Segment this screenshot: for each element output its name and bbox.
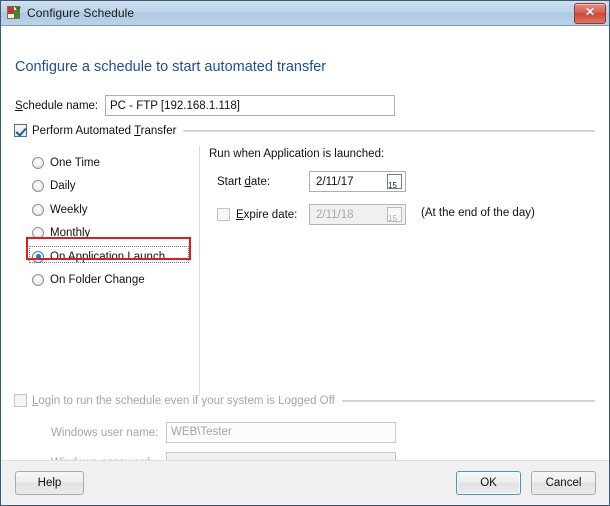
radio-indicator [32,203,44,216]
radio-label: One Time [50,156,100,169]
radio-indicator [32,156,44,169]
group-divider [341,399,595,402]
calendar-icon[interactable]: 15 [387,174,402,189]
page-title: Configure a schedule to start automated … [15,59,327,75]
ok-button[interactable]: OK [456,471,521,495]
close-icon: ✕ [584,5,596,19]
calendar-day: 15 [388,214,397,222]
start-date-row: Start date: 2/11/17 15 [217,171,406,192]
expire-date-hint: (At the end of the day) [421,207,535,219]
schedule-name-label: Schedule name: [15,99,99,112]
windows-user-name-input[interactable]: WEB\Tester [166,422,396,443]
radio-indicator [32,180,44,192]
logon-group-label: Login to run the schedule even if your s… [32,394,335,407]
expire-date-row: Expire date: 2/11/18 15 [217,204,406,225]
title-bar: Configure Schedule ✕ [1,1,609,26]
logon-checkbox[interactable] [14,394,27,407]
perform-automated-transfer-group: Perform Automated Transfer [14,124,595,137]
logon-group: Login to run the schedule even if your s… [14,394,595,407]
close-button[interactable]: ✕ [574,3,606,24]
run-panel-title: Run when Application is launched: [209,148,385,160]
start-date-picker[interactable]: 2/11/17 15 [309,171,406,192]
radio-indicator [32,227,44,239]
cancel-button[interactable]: Cancel [531,471,596,495]
panel-divider [199,146,200,396]
radio-on-application-launch[interactable]: On Application Launch [29,246,189,266]
radio-daily[interactable]: Daily [32,177,165,196]
frequency-radio-group: One Time Daily Weekly Monthly On Applica… [29,153,189,294]
expire-date-value: 2/11/18 [316,208,354,221]
perform-automated-transfer-label: Perform Automated Transfer [32,124,177,137]
dialog-footer: Help OK Cancel [1,460,609,505]
configure-schedule-dialog: Configure Schedule ✕ Configure a schedul… [0,0,610,506]
radio-monthly[interactable]: Monthly [32,224,165,243]
perform-automated-transfer-checkbox[interactable] [14,124,27,137]
radio-indicator [32,250,44,263]
dialog-body: Configure a schedule to start automated … [1,26,609,481]
help-button[interactable]: Help [15,471,84,495]
radio-on-folder-change[interactable]: On Folder Change [32,271,165,290]
radio-label: Daily [50,180,76,192]
windows-user-name-row: Windows user name: WEB\Tester [51,422,396,443]
radio-weekly[interactable]: Weekly [32,200,165,219]
schedule-transfer-icon [6,5,22,21]
group-divider [183,129,595,132]
calendar-day: 15 [388,181,397,189]
schedule-name-input[interactable] [105,95,395,116]
expire-date-picker[interactable]: 2/11/18 15 [309,204,406,225]
radio-label: On Application Launch [50,250,166,263]
calendar-icon: 15 [387,207,402,222]
radio-label: Monthly [50,227,91,239]
windows-user-name-label: Windows user name: [51,426,159,439]
window-title: Configure Schedule [27,6,135,20]
radio-label: On Folder Change [50,274,145,286]
radio-label: Weekly [50,203,88,216]
expire-date-checkbox[interactable] [217,208,230,221]
radio-one-time[interactable]: One Time [32,153,165,172]
start-date-label: Start date: [217,175,271,188]
radio-indicator [32,274,44,286]
schedule-name-row: Schedule name: [15,95,395,116]
expire-date-label: Expire date: [236,208,298,221]
start-date-value: 2/11/17 [316,175,354,188]
